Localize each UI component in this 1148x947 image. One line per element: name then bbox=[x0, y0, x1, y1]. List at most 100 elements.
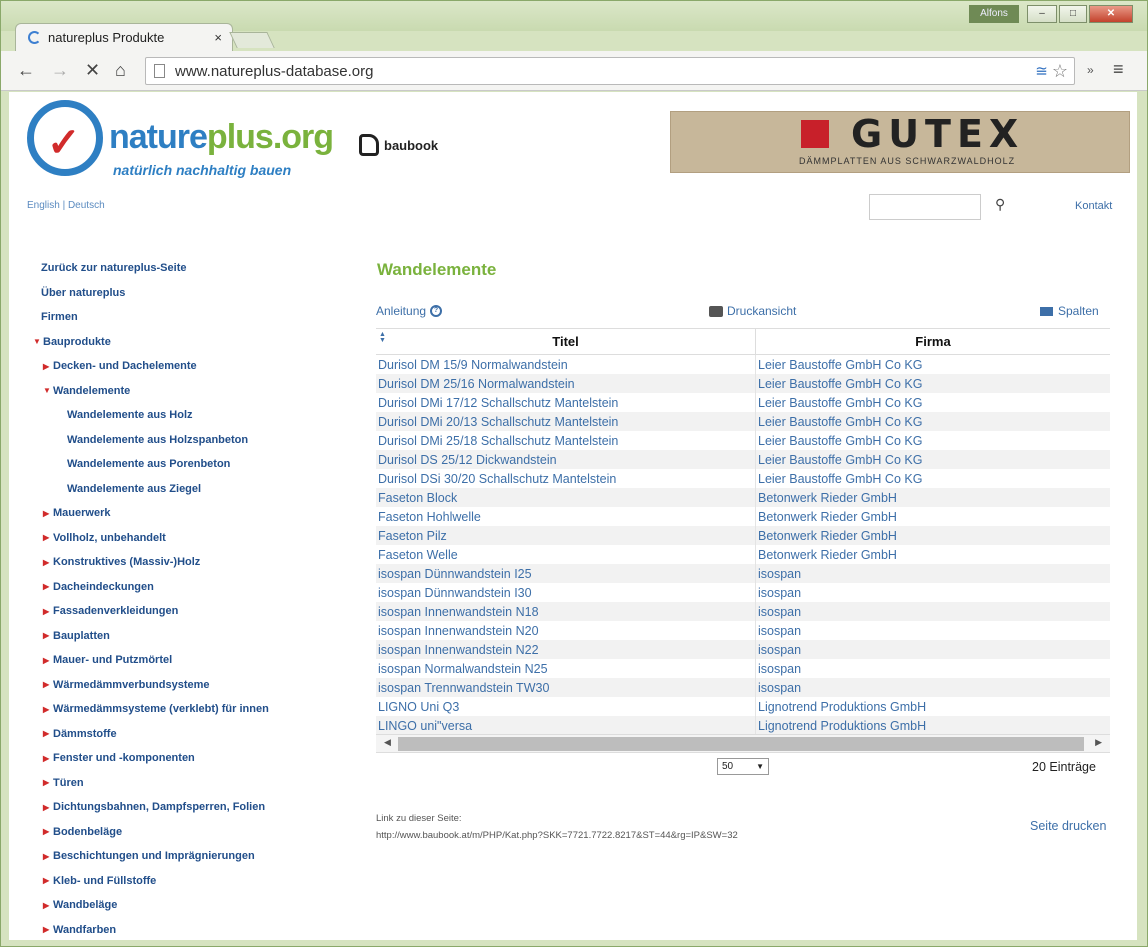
sidebar-item[interactable]: ▶ Decken- und Dachelemente bbox=[33, 354, 353, 379]
bookmark-star-icon[interactable]: ☆ bbox=[1052, 61, 1068, 82]
cell-company[interactable]: isospan bbox=[756, 583, 1110, 602]
table-row[interactable]: Durisol DS 25/12 Dickwandstein Leier Baus… bbox=[376, 450, 1110, 469]
close-window-button[interactable]: ✕ bbox=[1089, 5, 1133, 23]
sidebar-item[interactable]: ▶ Dämmstoffe bbox=[33, 722, 353, 747]
cell-title[interactable]: LIGNO Uni Q3 bbox=[376, 697, 756, 716]
cell-title[interactable]: Durisol DM 25/16 Normalwandstein bbox=[376, 374, 756, 393]
table-row[interactable]: Durisol DMi 17/12 Schallschutz Mantelste… bbox=[376, 393, 1110, 412]
sidebar-item[interactable]: ▶ Beschichtungen und Imprägnierungen bbox=[33, 844, 353, 869]
sidebar-item[interactable]: ▶ Fassadenverkleidungen bbox=[33, 599, 353, 624]
sidebar-item[interactable]: ▶ Wandfarben bbox=[33, 918, 353, 941]
sidebar-item[interactable]: ▶ Vollholz, unbehandelt bbox=[33, 526, 353, 551]
table-row[interactable]: Durisol DMi 20/13 Schallschutz Mantelste… bbox=[376, 412, 1110, 431]
sidebar-subitem[interactable]: Wandelemente aus Holz bbox=[33, 403, 353, 428]
url-text[interactable]: www.natureplus-database.org bbox=[175, 63, 1035, 80]
page-link-url[interactable]: http://www.baubook.at/m/PHP/Kat.php?SKK=… bbox=[376, 830, 738, 841]
cell-title[interactable]: Durisol DSi 30/20 Schallschutz Mantelste… bbox=[376, 469, 756, 488]
table-row[interactable]: Durisol DMi 25/18 Schallschutz Mantelste… bbox=[376, 431, 1110, 450]
cell-company[interactable]: isospan bbox=[756, 564, 1110, 583]
table-row[interactable]: isospan Normalwandstein N25 isospan bbox=[376, 659, 1110, 678]
sidebar-item-companies[interactable]: Firmen bbox=[33, 305, 353, 330]
horizontal-scrollbar[interactable]: ◀ ▶ bbox=[376, 734, 1110, 752]
table-row[interactable]: isospan Dünnwandstein I25 isospan bbox=[376, 564, 1110, 583]
scrollbar-thumb[interactable] bbox=[398, 737, 1084, 751]
cell-company[interactable]: Betonwerk Rieder GmbH bbox=[756, 545, 1110, 564]
sidebar-subitem[interactable]: Wandelemente aus Holzspanbeton bbox=[33, 428, 353, 453]
search-icon[interactable]: ⚲ bbox=[995, 196, 1005, 213]
back-icon[interactable]: ← bbox=[17, 60, 35, 81]
cell-title[interactable]: isospan Innenwandstein N18 bbox=[376, 602, 756, 621]
home-icon[interactable]: ⌂ bbox=[115, 60, 126, 81]
sidebar-item[interactable]: ▶ Kleb- und Füllstoffe bbox=[33, 869, 353, 894]
sidebar-subitem[interactable]: Wandelemente aus Porenbeton bbox=[33, 452, 353, 477]
sidebar-item[interactable]: ▶ Konstruktives (Massiv-)Holz bbox=[33, 550, 353, 575]
cell-title[interactable]: isospan Innenwandstein N22 bbox=[376, 640, 756, 659]
minimize-button[interactable]: – bbox=[1027, 5, 1057, 23]
cell-company[interactable]: isospan bbox=[756, 640, 1110, 659]
cell-company[interactable]: Leier Baustoffe GmbH Co KG bbox=[756, 469, 1110, 488]
sidebar-item[interactable]: ▶ Bodenbeläge bbox=[33, 820, 353, 845]
table-row[interactable]: isospan Innenwandstein N18 isospan bbox=[376, 602, 1110, 621]
cell-company[interactable]: isospan bbox=[756, 678, 1110, 697]
print-view-link[interactable]: Druckansicht bbox=[709, 304, 796, 318]
cell-company[interactable]: Leier Baustoffe GmbH Co KG bbox=[756, 355, 1110, 374]
cell-title[interactable]: isospan Dünnwandstein I30 bbox=[376, 583, 756, 602]
cell-company[interactable]: Leier Baustoffe GmbH Co KG bbox=[756, 374, 1110, 393]
cell-title[interactable]: isospan Normalwandstein N25 bbox=[376, 659, 756, 678]
table-row[interactable]: Durisol DM 15/9 Normalwandstein Leier Bau… bbox=[376, 355, 1110, 374]
columns-link[interactable]: Spalten bbox=[1040, 304, 1099, 318]
search-input[interactable] bbox=[869, 194, 981, 220]
table-row[interactable]: isospan Trennwandstein TW30 isospan bbox=[376, 678, 1110, 697]
table-row[interactable]: LINGO uni"versa Lignotrend Produktions Gm… bbox=[376, 716, 1110, 735]
natureplus-logo[interactable]: ✓ natureplus.org natürlich nachhaltig ba… bbox=[27, 100, 337, 180]
browser-tab[interactable]: natureplus Produkte × bbox=[15, 23, 233, 51]
cell-title[interactable]: isospan Innenwandstein N20 bbox=[376, 621, 756, 640]
cell-company[interactable]: Lignotrend Produktions GmbH bbox=[756, 716, 1110, 735]
maximize-button[interactable]: □ bbox=[1059, 5, 1087, 23]
cell-company[interactable]: isospan bbox=[756, 659, 1110, 678]
table-row[interactable]: isospan Innenwandstein N22 isospan bbox=[376, 640, 1110, 659]
sidebar-item[interactable]: ▶ Mauer- und Putzmörtel bbox=[33, 648, 353, 673]
cell-title[interactable]: Durisol DMi 25/18 Schallschutz Mantelste… bbox=[376, 431, 756, 450]
cell-company[interactable]: isospan bbox=[756, 621, 1110, 640]
cell-company[interactable]: Leier Baustoffe GmbH Co KG bbox=[756, 393, 1110, 412]
help-link[interactable]: Anleitung ? bbox=[376, 304, 443, 318]
sidebar-item[interactable]: ▶ Wärmedämmsysteme (verklebt) für innen bbox=[33, 697, 353, 722]
extensions-overflow-icon[interactable]: » bbox=[1087, 63, 1094, 77]
contact-link[interactable]: Kontakt bbox=[1075, 200, 1112, 212]
cell-company[interactable]: Leier Baustoffe GmbH Co KG bbox=[756, 450, 1110, 469]
stop-icon[interactable]: ✕ bbox=[85, 60, 100, 81]
cell-title[interactable]: Faseton Block bbox=[376, 488, 756, 507]
sidebar-item[interactable]: ▶ Wandbeläge bbox=[33, 893, 353, 918]
cell-title[interactable]: isospan Dünnwandstein I25 bbox=[376, 564, 756, 583]
cell-company[interactable]: Betonwerk Rieder GmbH bbox=[756, 507, 1110, 526]
print-page-link[interactable]: Seite drucken bbox=[1030, 819, 1106, 833]
cell-title[interactable]: Durisol DM 15/9 Normalwandstein bbox=[376, 355, 756, 374]
extension-icon[interactable]: ≅ bbox=[1035, 62, 1048, 80]
sidebar-item-back[interactable]: Zurück zur natureplus-Seite bbox=[33, 256, 353, 281]
sidebar-subitem[interactable]: Wandelemente aus Ziegel bbox=[33, 477, 353, 502]
table-row[interactable]: Faseton Hohlwelle Betonwerk Rieder GmbH bbox=[376, 507, 1110, 526]
table-row[interactable]: Faseton Pilz Betonwerk Rieder GmbH bbox=[376, 526, 1110, 545]
sidebar-item-bauprodukte[interactable]: ▼ Bauprodukte bbox=[33, 330, 353, 355]
cell-company[interactable]: Leier Baustoffe GmbH Co KG bbox=[756, 431, 1110, 450]
table-row[interactable]: isospan Innenwandstein N20 isospan bbox=[376, 621, 1110, 640]
table-row[interactable]: Faseton Block Betonwerk Rieder GmbH bbox=[376, 488, 1110, 507]
cell-title[interactable]: Durisol DMi 17/12 Schallschutz Mantelste… bbox=[376, 393, 756, 412]
sidebar-item[interactable]: ▶ Dichtungsbahnen, Dampfsperren, Folien bbox=[33, 795, 353, 820]
cell-title[interactable]: Faseton Hohlwelle bbox=[376, 507, 756, 526]
cell-title[interactable]: Faseton Welle bbox=[376, 545, 756, 564]
scroll-left-icon[interactable]: ◀ bbox=[384, 737, 391, 748]
gutex-banner[interactable]: GUTEX DÄMMPLATTEN AUS SCHWARZWALDHOLZ bbox=[670, 111, 1130, 173]
sidebar-item[interactable]: ▶ Wärmedämmverbundsysteme bbox=[33, 673, 353, 698]
sidebar-item[interactable]: ▶ Mauerwerk bbox=[33, 501, 353, 526]
column-header-company[interactable]: Firma bbox=[756, 329, 1110, 354]
baubook-logo[interactable]: baubook bbox=[359, 134, 438, 156]
cell-title[interactable]: Durisol DMi 20/13 Schallschutz Mantelste… bbox=[376, 412, 756, 431]
tab-close-icon[interactable]: × bbox=[214, 30, 222, 45]
profile-badge[interactable]: Alfons bbox=[969, 5, 1019, 23]
sidebar-item-about[interactable]: Über natureplus bbox=[33, 281, 353, 306]
table-row[interactable]: Durisol DM 25/16 Normalwandstein Leier Ba… bbox=[376, 374, 1110, 393]
sort-icon[interactable]: ▲ ▼ bbox=[379, 331, 386, 344]
cell-company[interactable]: Betonwerk Rieder GmbH bbox=[756, 526, 1110, 545]
